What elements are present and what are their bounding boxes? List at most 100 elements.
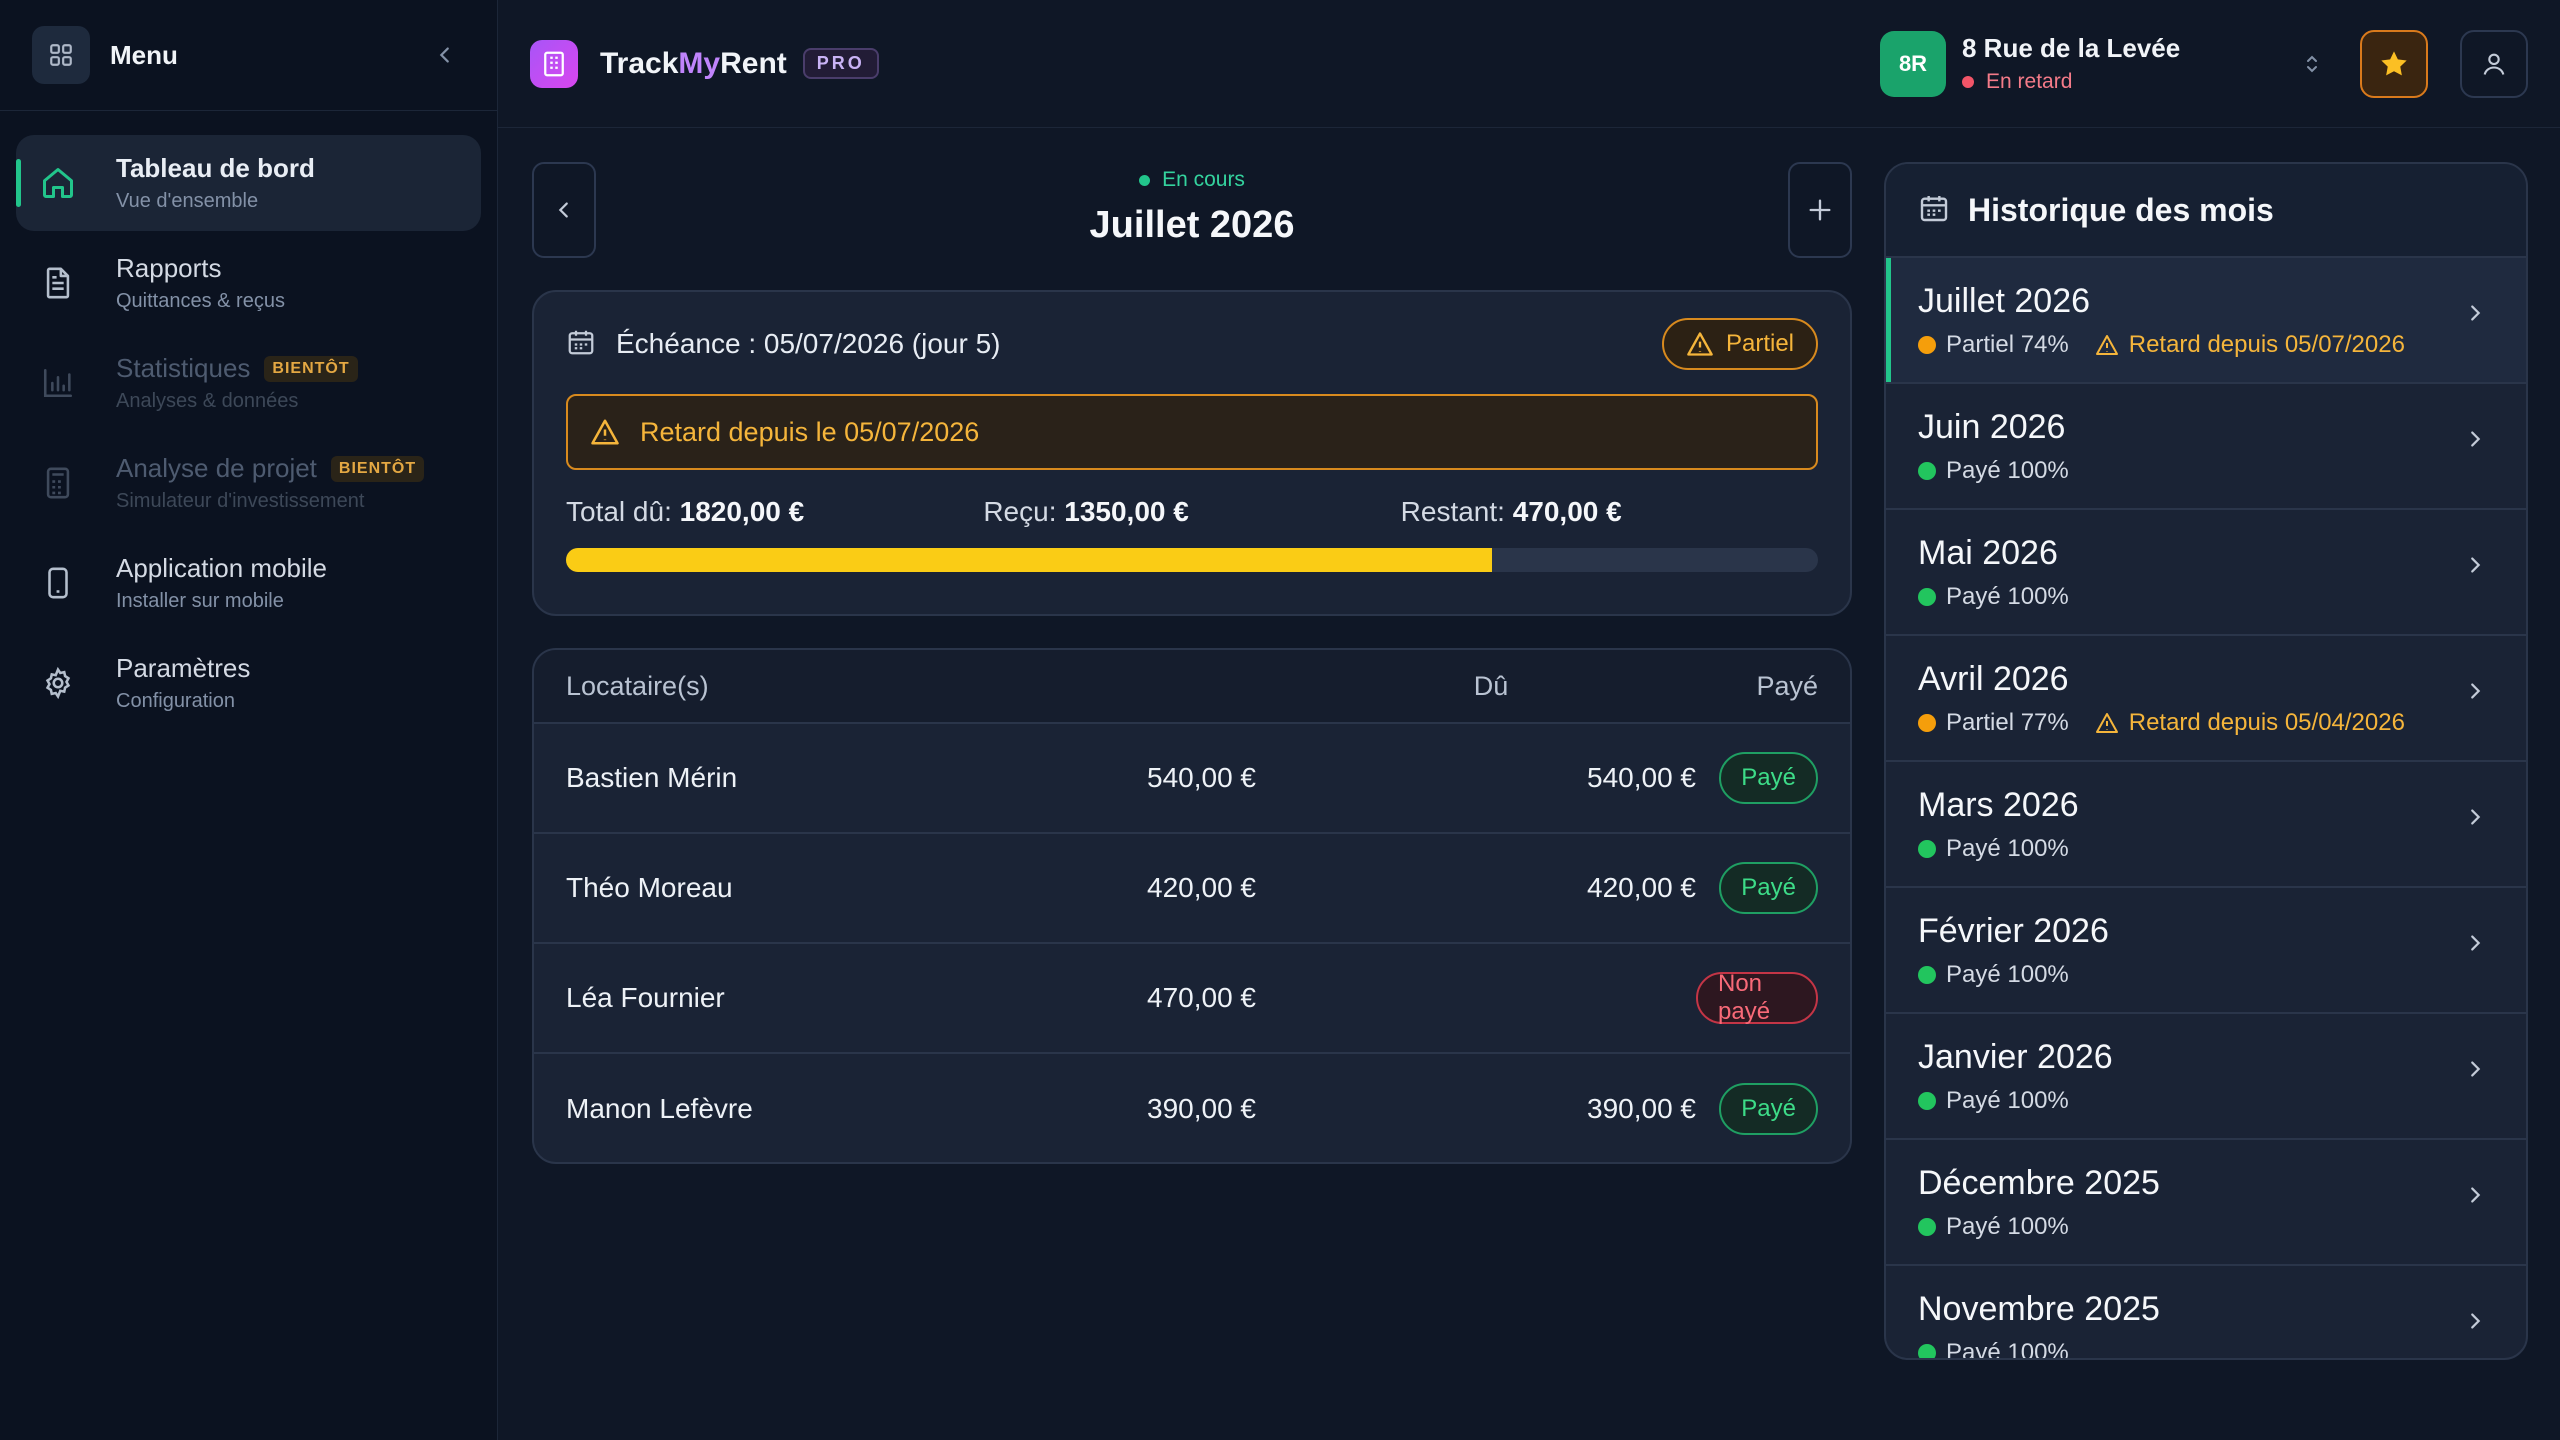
total-due: Total dû: 1820,00 €	[566, 496, 805, 527]
sidebar-item-sub: Analyses & données	[116, 390, 299, 412]
tenant-paid: 390,00 €	[1587, 1093, 1696, 1124]
chevron-up-down-icon[interactable]	[2292, 44, 2332, 84]
history-item[interactable]: Juin 2026 Payé 100%	[1886, 384, 2526, 510]
warning-icon	[590, 417, 620, 447]
gear-icon	[38, 663, 78, 703]
smartphone-icon	[38, 563, 78, 603]
status-dot	[1918, 336, 1936, 354]
sidebar-item-statistics: Statistiques BIENTÔT Analyses & données	[16, 335, 481, 431]
tenant-name: Bastien Mérin	[566, 762, 738, 793]
chevron-right-icon[interactable]	[2460, 550, 2490, 580]
status-dot	[1918, 840, 1936, 858]
sidebar-title: Menu	[110, 39, 178, 70]
tenant-due: 540,00 €	[1147, 762, 1256, 793]
month-status: En cours	[1139, 168, 1245, 192]
chevron-right-icon[interactable]	[2460, 676, 2490, 706]
history-month: Juin 2026	[1918, 408, 2066, 446]
user-menu-button[interactable]	[2460, 29, 2528, 98]
tenant-name: Léa Fournier	[566, 982, 725, 1013]
history-title: Historique des mois	[1968, 191, 2274, 228]
payment-progress-bar	[566, 548, 1818, 572]
month-title: Juillet 2026	[1089, 204, 1295, 246]
brand-name: TrackMyRent	[600, 46, 787, 80]
property-selector[interactable]: 8 Rue de la Levée En retard	[1962, 33, 2292, 94]
chevron-right-icon[interactable]	[2460, 802, 2490, 832]
history-status: Payé 100%	[1918, 835, 2494, 863]
status-badge[interactable]: Payé	[1719, 1083, 1818, 1135]
history-item[interactable]: Avril 2026 Partiel 77% Retard depuis 05/04…	[1886, 636, 2526, 762]
previous-month-button[interactable]	[532, 162, 596, 258]
history-item[interactable]: Janvier 2026 Payé 100%	[1886, 1014, 2526, 1140]
history-status: Payé 100%	[1918, 1213, 2494, 1241]
history-item[interactable]: Mai 2026 Payé 100%	[1886, 510, 2526, 636]
history-item[interactable]: Novembre 2025 Payé 100%	[1886, 1266, 2526, 1358]
history-status: Payé 100%	[1918, 1087, 2494, 1115]
warning-icon	[2095, 711, 2119, 735]
status-badge[interactable]: Non payé	[1696, 970, 1818, 1025]
status-dot	[1918, 588, 1936, 606]
building-logo-icon	[530, 39, 578, 88]
sidebar-item-reports[interactable]: Rapports Quittances & reçus	[16, 235, 481, 331]
calendar-icon	[1918, 192, 1950, 229]
month-history-panel: Historique des mois Juillet 2026 Partiel …	[1884, 162, 2528, 1360]
total-received: Reçu: 1350,00 €	[983, 496, 1189, 527]
chevron-left-icon	[558, 202, 568, 218]
grid-icon[interactable]	[32, 26, 90, 84]
history-month: Mai 2026	[1918, 534, 2058, 572]
header-paid: Payé	[1756, 670, 1818, 701]
add-month-button[interactable]	[1788, 162, 1852, 258]
sidebar-item-dashboard[interactable]: Tableau de bord Vue d'ensemble	[16, 135, 481, 231]
chevron-right-icon[interactable]	[2460, 928, 2490, 958]
sidebar-item-label: Tableau de bord	[116, 153, 315, 183]
chevron-right-icon[interactable]	[2460, 1054, 2490, 1084]
property-avatar[interactable]: 8R	[1880, 30, 1946, 97]
home-icon	[38, 163, 78, 203]
favorite-button[interactable]	[2360, 29, 2428, 98]
sidebar-item-project-analysis: Analyse de projet BIENTÔT Simulateur d'i…	[16, 435, 481, 531]
star-icon	[2381, 50, 2407, 75]
soon-badge: BIENTÔT	[264, 355, 358, 382]
chevron-right-icon[interactable]	[2460, 424, 2490, 454]
table-row[interactable]: Manon Lefèvre 390,00 € 390,00 € Payé	[534, 1054, 1850, 1162]
sidebar-item-sub: Simulateur d'investissement	[116, 490, 365, 512]
tenant-paid: 420,00 €	[1587, 872, 1696, 903]
sidebar-header: Menu	[0, 0, 497, 111]
tenant-paid: 540,00 €	[1587, 762, 1696, 793]
status-dot	[1962, 76, 1974, 88]
history-status: Partiel 77% Retard depuis 05/04/2026	[1918, 709, 2494, 737]
sidebar-item-label: Application mobile	[116, 553, 328, 583]
sidebar-nav: Tableau de bord Vue d'ensemble Rapports …	[0, 111, 497, 759]
history-item[interactable]: Mars 2026 Payé 100%	[1886, 762, 2526, 888]
history-late: Retard depuis 05/07/2026	[2095, 331, 2405, 359]
tenant-due: 470,00 €	[1147, 982, 1256, 1013]
status-badge[interactable]: Payé	[1719, 752, 1818, 804]
sidebar-item-mobile-app[interactable]: Application mobile Installer sur mobile	[16, 535, 481, 631]
history-item[interactable]: Décembre 2025 Payé 100%	[1886, 1140, 2526, 1266]
status-badge[interactable]: Payé	[1719, 862, 1818, 914]
table-row[interactable]: Léa Fournier 470,00 € Non payé	[534, 944, 1850, 1054]
pro-badge: PRO	[802, 48, 879, 79]
partial-status-badge: Partiel	[1661, 318, 1818, 370]
chevron-right-icon[interactable]	[2460, 1306, 2490, 1336]
status-dot	[1918, 966, 1936, 984]
table-row[interactable]: Théo Moreau 420,00 € 420,00 € Payé	[534, 834, 1850, 944]
history-status: Payé 100%	[1918, 583, 2494, 611]
calendar-icon	[566, 327, 596, 362]
chevron-right-icon[interactable]	[2460, 298, 2490, 328]
collapse-sidebar-button[interactable]	[425, 35, 465, 75]
sidebar-item-label: Statistiques	[116, 353, 251, 383]
history-late: Retard depuis 05/04/2026	[2095, 709, 2405, 737]
document-icon	[38, 263, 78, 303]
sidebar-item-settings[interactable]: Paramètres Configuration	[16, 635, 481, 731]
history-list: Juillet 2026 Partiel 74% Retard depuis 05/…	[1886, 258, 2526, 1358]
history-status: Payé 100%	[1918, 457, 2494, 485]
soon-badge: BIENTÔT	[330, 455, 425, 482]
history-month: Juillet 2026	[1918, 282, 2091, 320]
chevron-right-icon[interactable]	[2460, 1180, 2490, 1210]
history-item[interactable]: Juillet 2026 Partiel 74% Retard depuis 05/…	[1886, 258, 2526, 384]
table-row[interactable]: Bastien Mérin 540,00 € 540,00 € Payé	[534, 724, 1850, 834]
header-due: Dû	[1473, 670, 1509, 701]
tenants-table: Locataire(s) Dû Payé Bastien Mérin 540,0…	[532, 648, 1852, 1164]
history-month: Janvier 2026	[1918, 1038, 2113, 1076]
history-item[interactable]: Février 2026 Payé 100%	[1886, 888, 2526, 1014]
